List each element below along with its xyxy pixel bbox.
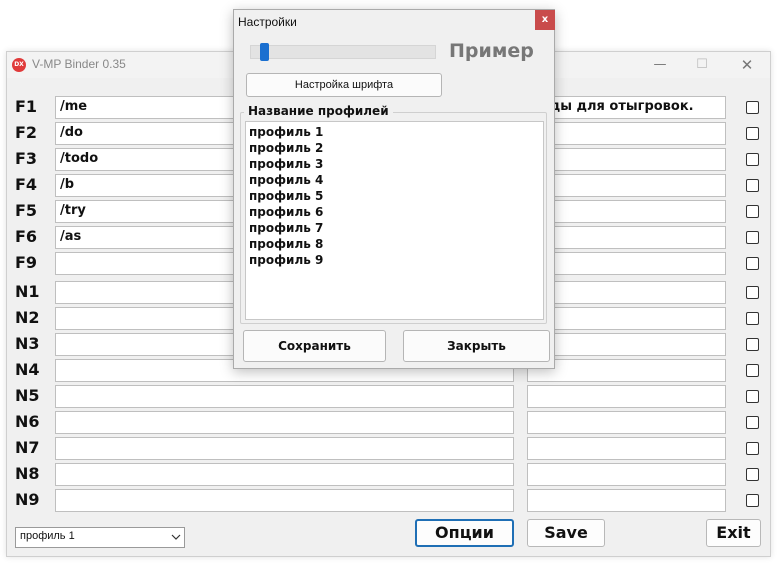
text-field[interactable] bbox=[527, 252, 726, 275]
row-label: F6 bbox=[15, 227, 38, 246]
row-label: N1 bbox=[15, 282, 40, 301]
text-field[interactable] bbox=[527, 307, 726, 330]
command-field[interactable] bbox=[55, 463, 514, 486]
row-checkbox[interactable] bbox=[746, 390, 759, 403]
text-field[interactable] bbox=[527, 489, 726, 512]
font-settings-button[interactable]: Настройка шрифта bbox=[246, 73, 442, 97]
slider-thumb[interactable] bbox=[260, 43, 269, 61]
profile-list-item[interactable]: профиль 5 bbox=[249, 188, 540, 204]
window-title: V-MP Binder 0.35 bbox=[32, 57, 126, 71]
row-checkbox[interactable] bbox=[746, 442, 759, 455]
dialog-close-button[interactable]: x bbox=[535, 10, 555, 30]
text-field[interactable] bbox=[527, 226, 726, 249]
profile-select-value: профиль 1 bbox=[20, 530, 75, 542]
profile-list-item[interactable]: профиль 6 bbox=[249, 204, 540, 220]
text-field[interactable] bbox=[527, 200, 726, 223]
settings-dialog: Настройки x Пример Настройка шрифта Назв… bbox=[233, 9, 555, 369]
maximize-button[interactable]: ☐ bbox=[687, 52, 717, 78]
text-field[interactable] bbox=[527, 281, 726, 304]
row-checkbox[interactable] bbox=[746, 127, 759, 140]
command-field[interactable] bbox=[55, 385, 514, 408]
row-checkbox[interactable] bbox=[746, 286, 759, 299]
profile-list-item[interactable]: профиль 7 bbox=[249, 220, 540, 236]
command-field[interactable] bbox=[55, 437, 514, 460]
text-field[interactable] bbox=[527, 122, 726, 145]
row-checkbox[interactable] bbox=[746, 338, 759, 351]
row-label: N3 bbox=[15, 334, 40, 353]
row-label: F2 bbox=[15, 123, 38, 142]
text-field[interactable] bbox=[527, 385, 726, 408]
row-checkbox[interactable] bbox=[746, 205, 759, 218]
profile-select[interactable]: профиль 1 bbox=[15, 527, 185, 548]
row-checkbox[interactable] bbox=[746, 257, 759, 270]
row-label: F5 bbox=[15, 201, 38, 220]
exit-button[interactable]: Exit bbox=[706, 519, 761, 547]
text-field[interactable] bbox=[527, 333, 726, 356]
row-label: N7 bbox=[15, 438, 40, 457]
font-size-slider[interactable] bbox=[250, 43, 436, 61]
command-field[interactable] bbox=[55, 489, 514, 512]
close-window-button[interactable]: ✕ bbox=[732, 52, 762, 78]
row-checkbox[interactable] bbox=[746, 468, 759, 481]
profile-list-item[interactable]: профиль 4 bbox=[249, 172, 540, 188]
row-checkbox[interactable] bbox=[746, 153, 759, 166]
row-label: N2 bbox=[15, 308, 40, 327]
save-button[interactable]: Save bbox=[527, 519, 605, 547]
row-checkbox[interactable] bbox=[746, 494, 759, 507]
options-button[interactable]: Опции bbox=[415, 519, 514, 547]
row-label: N9 bbox=[15, 490, 40, 509]
profiles-group-caption: Название профилей bbox=[244, 104, 393, 118]
row-checkbox[interactable] bbox=[746, 231, 759, 244]
row-label: N8 bbox=[15, 464, 40, 483]
profile-list[interactable]: профиль 1 профиль 2 профиль 3 профиль 4 … bbox=[245, 121, 544, 320]
row-label: F3 bbox=[15, 149, 38, 168]
profile-list-item[interactable]: профиль 2 bbox=[249, 140, 540, 156]
profile-list-item[interactable]: профиль 8 bbox=[249, 236, 540, 252]
save-profiles-button[interactable]: Сохранить bbox=[243, 330, 386, 362]
font-preview-text: Пример bbox=[449, 40, 534, 62]
text-field[interactable] bbox=[527, 148, 726, 171]
command-field[interactable] bbox=[55, 411, 514, 434]
profile-list-item[interactable]: профиль 3 bbox=[249, 156, 540, 172]
text-field[interactable] bbox=[527, 411, 726, 434]
text-field[interactable] bbox=[527, 359, 726, 382]
row-label: F1 bbox=[15, 97, 38, 116]
profile-list-item[interactable]: профиль 9 bbox=[249, 252, 540, 268]
text-field[interactable] bbox=[527, 463, 726, 486]
row-checkbox[interactable] bbox=[746, 364, 759, 377]
row-label: N5 bbox=[15, 386, 40, 405]
minimize-button[interactable]: — bbox=[645, 52, 675, 78]
chevron-down-icon bbox=[168, 528, 184, 547]
row-label: N4 bbox=[15, 360, 40, 379]
app-logo-icon: DX bbox=[12, 58, 26, 72]
row-checkbox[interactable] bbox=[746, 101, 759, 114]
row-label: N6 bbox=[15, 412, 40, 431]
close-dialog-button[interactable]: Закрыть bbox=[403, 330, 550, 362]
text-field[interactable] bbox=[527, 437, 726, 460]
profile-list-item[interactable]: профиль 1 bbox=[249, 124, 540, 140]
row-checkbox[interactable] bbox=[746, 416, 759, 429]
row-checkbox[interactable] bbox=[746, 179, 759, 192]
row-checkbox[interactable] bbox=[746, 312, 759, 325]
row-label: F9 bbox=[15, 253, 38, 272]
dialog-title: Настройки bbox=[238, 15, 297, 29]
text-field[interactable]: анды для отыгровок. bbox=[527, 96, 726, 119]
text-field[interactable] bbox=[527, 174, 726, 197]
row-label: F4 bbox=[15, 175, 38, 194]
